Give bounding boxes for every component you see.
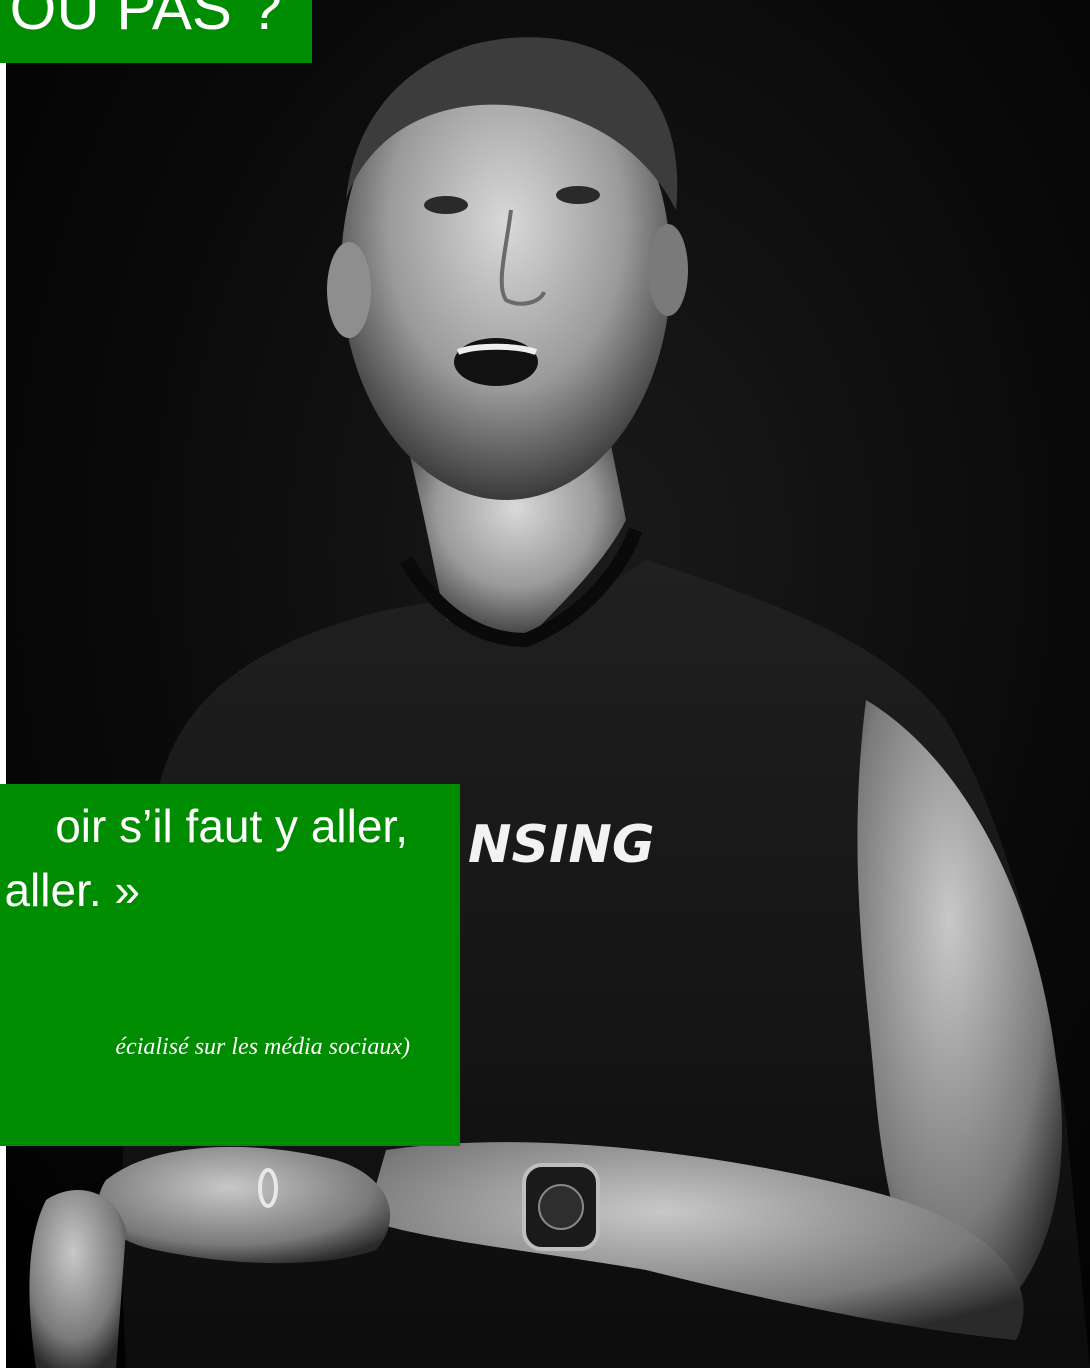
quote-line-1: oir s’il faut y aller, bbox=[55, 800, 408, 852]
speaker-illustration: NSING bbox=[29, 37, 1090, 1368]
quote-box: oir s’il faut y aller, aller. » écialisé… bbox=[0, 784, 460, 1146]
speaker-photo: NSING bbox=[6, 0, 1090, 1368]
quote-attribution: écialisé sur les média sociaux) bbox=[115, 1034, 410, 1060]
hands-shape bbox=[98, 1146, 391, 1264]
title-banner: OU PAS ? bbox=[0, 0, 312, 63]
left-hand-shape bbox=[29, 1190, 126, 1368]
quote-line-2: aller. » bbox=[4, 864, 140, 916]
slide: NSING OU PAS ? oir s’il faut y aller, al… bbox=[0, 0, 1090, 1368]
shirt-text: NSING bbox=[468, 815, 655, 875]
slide-title: OU PAS ? bbox=[9, 0, 282, 42]
